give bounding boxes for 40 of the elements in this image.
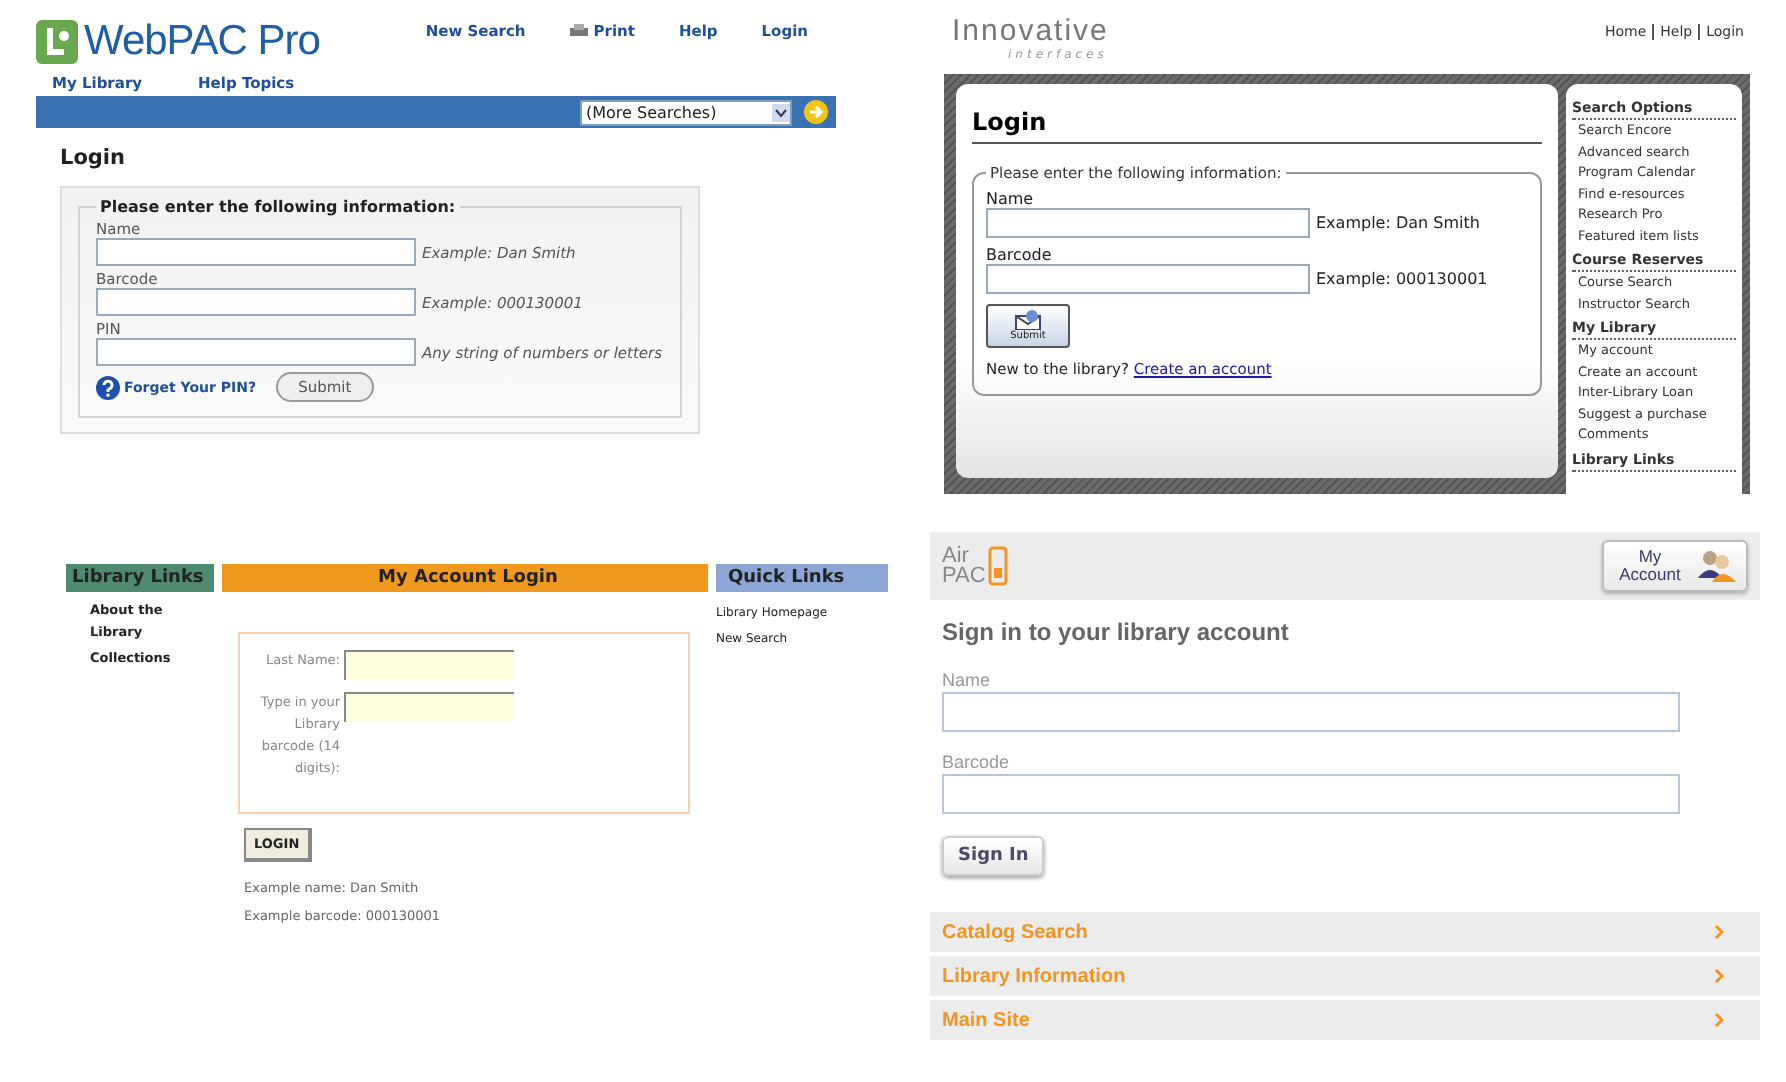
sign-in-button[interactable]: Sign In: [942, 836, 1045, 876]
input-field[interactable]: [942, 692, 1680, 732]
field-label: Name: [986, 190, 1036, 208]
go-arrow-icon[interactable]: [804, 100, 828, 124]
input-field[interactable]: [986, 208, 1310, 238]
phone-icon: [987, 546, 1008, 586]
page-heading: Login: [972, 108, 1542, 144]
search-dropdown[interactable]: (More Searches): [580, 99, 792, 125]
field-hint: Example: Dan Smith: [1316, 214, 1480, 232]
envelope-icon: [1014, 310, 1042, 330]
page-heading: Login: [60, 146, 127, 170]
form-legend: Please enter the following information:: [96, 198, 460, 216]
input-field[interactable]: [344, 650, 514, 680]
field-hint: Example: 000130001: [1316, 270, 1488, 288]
chevron-icon: [1714, 924, 1724, 940]
caret-icon: [772, 103, 790, 121]
logo-text: Innovative: [952, 16, 1109, 48]
input-field[interactable]: [96, 238, 416, 266]
input-field[interactable]: [986, 264, 1310, 294]
printer-icon: [569, 23, 588, 39]
input-field[interactable]: [96, 338, 416, 366]
field-label: Name: [942, 670, 993, 690]
page-heading: Sign in to your library account: [942, 618, 1291, 646]
my-account-button[interactable]: My Account: [1602, 540, 1748, 592]
input-field[interactable]: [344, 692, 514, 722]
chevron-icon: [1714, 968, 1724, 984]
column-header: Quick Links: [716, 564, 888, 592]
people-icon: [1696, 550, 1736, 582]
logo-icon: [36, 20, 78, 64]
chevron-icon: [1714, 1012, 1724, 1028]
logo-text: PAC: [942, 566, 986, 586]
input-field[interactable]: [942, 774, 1680, 814]
logo-text: WebPAC Pro: [84, 16, 320, 68]
column-header: My Account Login: [222, 564, 708, 592]
field-label: Barcode: [986, 246, 1054, 264]
column-header: Library Links: [66, 564, 214, 592]
field-label: Barcode: [942, 752, 1012, 772]
input-field[interactable]: [96, 288, 416, 316]
help-icon: [96, 375, 120, 399]
logo-text: Air: [942, 546, 969, 566]
